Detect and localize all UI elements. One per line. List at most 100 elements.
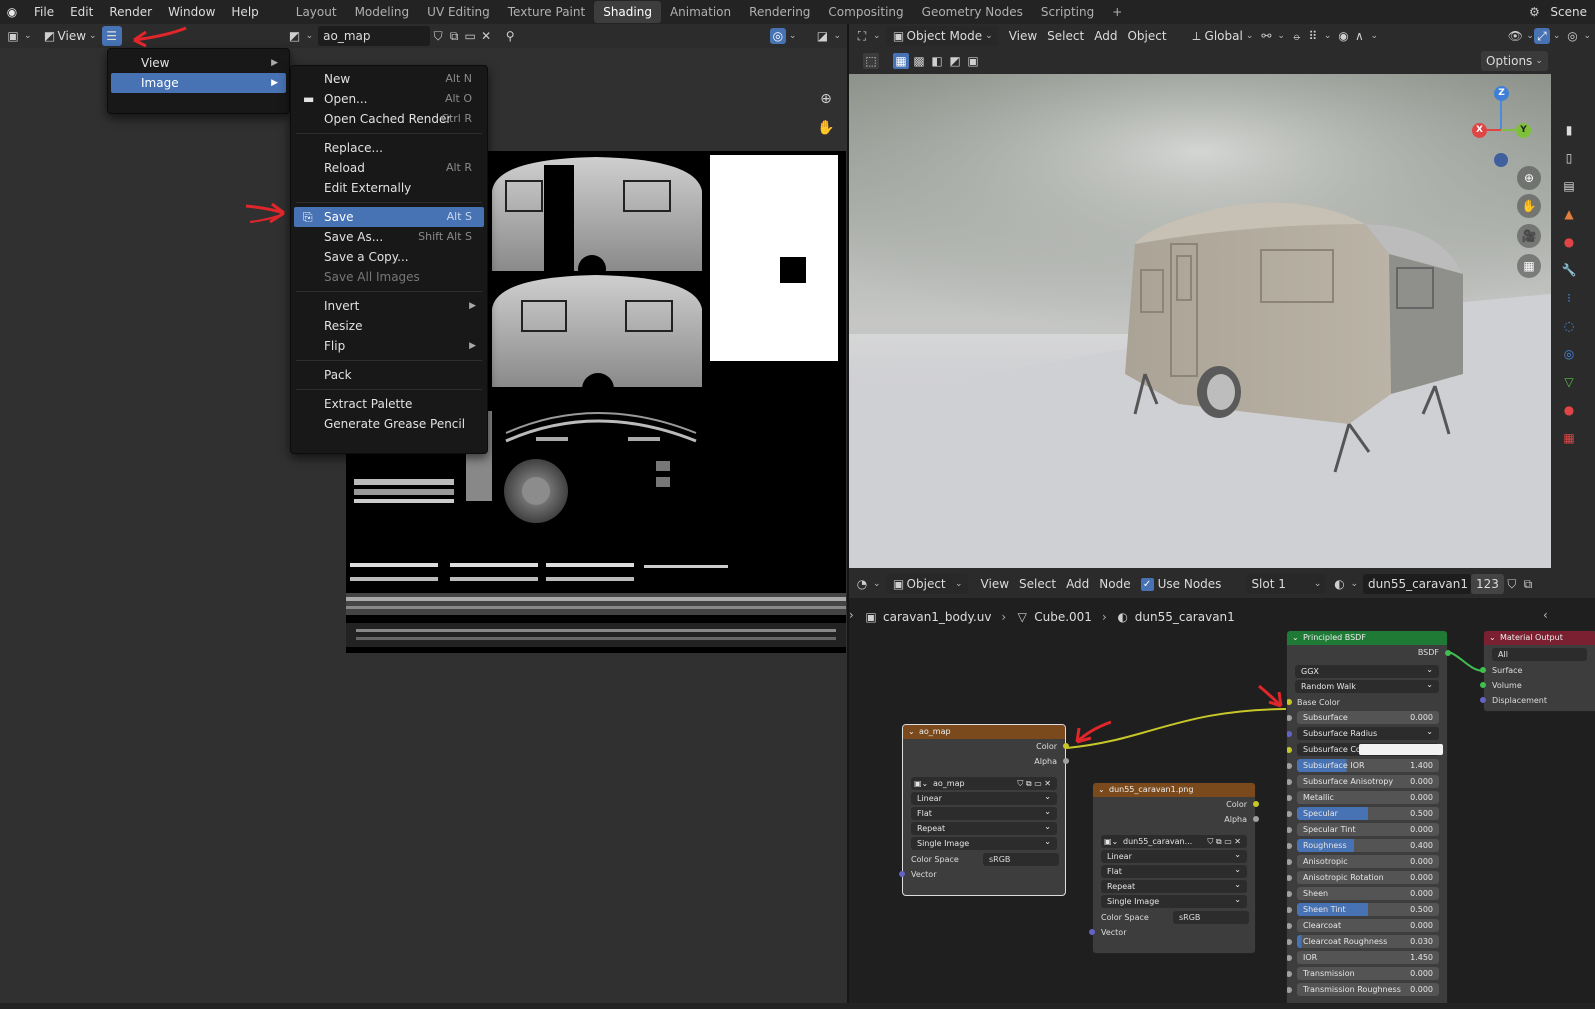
socket-displacement[interactable]: [1480, 697, 1486, 703]
scene-icon[interactable]: ⚙: [1526, 4, 1542, 20]
falloff-icon[interactable]: ∧: [1351, 28, 1367, 44]
color-space-dropdown[interactable]: sRGB: [1173, 911, 1249, 924]
sidebar-tab-icon-5[interactable]: ●: [1561, 234, 1577, 250]
viewport-pan-hand-icon[interactable]: ✋: [1517, 194, 1541, 218]
collapse-icon[interactable]: ⌄: [908, 725, 915, 739]
input-socket[interactable]: [1287, 923, 1292, 929]
input-socket[interactable]: [1287, 763, 1292, 769]
input-socket[interactable]: [1287, 731, 1292, 737]
input-socket[interactable]: [1287, 811, 1292, 817]
input-socket[interactable]: [1287, 779, 1292, 785]
input-socket[interactable]: [1287, 827, 1292, 833]
tab-rendering[interactable]: Rendering: [740, 1, 819, 23]
perspective-grid-icon[interactable]: ▦: [1517, 254, 1541, 278]
interpolation-dropdown[interactable]: Linear: [911, 790, 1057, 805]
menu-item-resize[interactable]: Resize: [294, 316, 484, 336]
tab-layout[interactable]: Layout: [287, 1, 346, 23]
menu-help[interactable]: Help: [223, 0, 266, 24]
material-users-count[interactable]: 123: [1470, 574, 1504, 594]
menu-item-edit-externally[interactable]: Edit Externally: [294, 178, 484, 198]
collapse-icon[interactable]: ⌄: [1489, 631, 1496, 645]
input-socket[interactable]: [1287, 971, 1292, 977]
left-expand-arrow-icon[interactable]: ›: [849, 608, 854, 622]
bsdf-field[interactable]: IOR 1.450: [1297, 951, 1439, 964]
socket-base-color[interactable]: [1287, 699, 1292, 705]
menu-item-save[interactable]: ⎘ Save Alt S: [294, 207, 484, 227]
gizmo-x-axis[interactable]: X: [1472, 123, 1487, 138]
material-name-field[interactable]: dun55_caravan1: [1362, 574, 1471, 594]
distribution-dropdown[interactable]: GGX: [1295, 663, 1439, 678]
node-header[interactable]: ⌄ dun55_caravan1.png: [1093, 783, 1255, 797]
sidebar-tab-icon-2[interactable]: ▯: [1561, 150, 1577, 166]
add-workspace-icon[interactable]: +: [1103, 1, 1131, 23]
sidebar-tab-icon-12[interactable]: ▦: [1561, 430, 1577, 446]
bsdf-field[interactable]: Transmission Roughness 0.000: [1297, 983, 1439, 996]
use-nodes-checkbox[interactable]: ✓ Use Nodes: [1136, 574, 1227, 594]
color-swatch[interactable]: [1359, 744, 1443, 755]
color-space-dropdown[interactable]: sRGB: [983, 853, 1059, 866]
bsdf-field[interactable]: Specular 0.500: [1297, 807, 1439, 820]
tab-uv-editing[interactable]: UV Editing: [418, 1, 499, 23]
menu-item-reload[interactable]: Reload Alt R: [294, 158, 484, 178]
hand-pan-icon[interactable]: ✋: [815, 117, 837, 139]
editor-type-button[interactable]: ▣ ⌄: [0, 26, 37, 46]
input-socket[interactable]: [1287, 715, 1292, 721]
bsdf-field[interactable]: Clearcoat 0.000: [1297, 919, 1439, 932]
tab-compositing[interactable]: Compositing: [819, 1, 912, 23]
source-dropdown[interactable]: Single Image: [911, 835, 1057, 850]
input-socket[interactable]: [1287, 795, 1292, 801]
subsurface-method-dropdown[interactable]: Random Walk: [1295, 678, 1439, 693]
image-actions-icons[interactable]: ⛉ ⧉ ▭ ✕: [1017, 777, 1051, 790]
fake-user-shield-icon[interactable]: ⛉: [430, 28, 446, 44]
image-selector[interactable]: ▣⌄ ao_map ⛉ ⧉ ▭ ✕: [911, 777, 1057, 790]
menu-item-open[interactable]: ▬ Open... Alt O: [294, 89, 484, 109]
sidebar-tab-icon-11[interactable]: ●: [1561, 402, 1577, 418]
duplicate-material-icon[interactable]: ⧉: [1520, 576, 1536, 592]
menu-window[interactable]: Window: [160, 0, 223, 24]
node-menu-view[interactable]: View: [976, 574, 1014, 594]
bsdf-field[interactable]: Subsurface Anisotropy 0.000: [1297, 775, 1439, 788]
viewport-menu-select[interactable]: Select: [1042, 26, 1089, 46]
tab-geometry-nodes[interactable]: Geometry Nodes: [913, 1, 1032, 23]
bsdf-field[interactable]: Anisotropic 0.000: [1297, 855, 1439, 868]
socket-bsdf-output[interactable]: [1445, 650, 1451, 656]
sidebar-collapse-arrow-icon[interactable]: ‹: [1543, 608, 1548, 622]
snap-grid-icon[interactable]: ⠿: [1305, 28, 1321, 44]
menu-item-extract-palette[interactable]: Extract Palette: [294, 394, 484, 414]
interpolation-dropdown[interactable]: Linear: [1101, 848, 1247, 863]
principled-bsdf-node[interactable]: ⌄ Principled BSDF BSDF GGX Random Walk Ba…: [1286, 630, 1448, 1009]
menu-item-replace[interactable]: Replace...: [294, 138, 484, 158]
tab-scripting[interactable]: Scripting: [1032, 1, 1103, 23]
bsdf-field[interactable]: Subsurface 0.000: [1297, 711, 1439, 724]
target-dropdown[interactable]: All: [1492, 648, 1587, 661]
bsdf-field[interactable]: Specular Tint 0.000: [1297, 823, 1439, 836]
bsdf-field[interactable]: Metallic 0.000: [1297, 791, 1439, 804]
shader-editor-type[interactable]: ◔ ⌄: [849, 574, 886, 594]
node-header[interactable]: ⌄ Material Output: [1484, 631, 1595, 645]
sidebar-tab-icon-10[interactable]: ▽: [1561, 374, 1577, 390]
viewport-overlay-icon[interactable]: ◎: [1564, 28, 1580, 44]
select-box-icon[interactable]: ⬚: [863, 53, 879, 69]
tab-texture-paint[interactable]: Texture Paint: [499, 1, 594, 23]
pin-icon[interactable]: ⚲: [502, 28, 518, 44]
tab-shading[interactable]: Shading: [594, 1, 661, 23]
blender-logo-icon[interactable]: ◉: [4, 4, 20, 20]
node-menu-add[interactable]: Add: [1061, 574, 1094, 594]
socket-color[interactable]: [1063, 743, 1069, 749]
input-socket[interactable]: [1287, 907, 1292, 913]
input-socket[interactable]: [1287, 859, 1292, 865]
menu-item-image[interactable]: Image ▶: [111, 73, 286, 93]
hamburger-menu-button[interactable]: ☰: [101, 26, 122, 46]
scene-name[interactable]: Scene: [1542, 0, 1595, 24]
collapse-icon[interactable]: ⌄: [1292, 631, 1299, 645]
fake-user-icon[interactable]: ⛉: [1504, 576, 1520, 592]
node-header[interactable]: ⌄ Principled BSDF: [1287, 631, 1447, 645]
extension-dropdown[interactable]: Repeat: [911, 820, 1057, 835]
bsdf-field[interactable]: Subsurface Co...: [1297, 743, 1443, 756]
node-menu-select[interactable]: Select: [1014, 574, 1061, 594]
sidebar-tab-icon-6[interactable]: 🔧: [1561, 262, 1577, 278]
menu-item-save-a-copy[interactable]: Save a Copy...: [294, 247, 484, 267]
input-socket[interactable]: [1287, 843, 1292, 849]
material-output-node[interactable]: ⌄ Material Output All Surface Volume Disp…: [1480, 630, 1595, 712]
menu-item-new[interactable]: New Alt N: [294, 69, 484, 89]
